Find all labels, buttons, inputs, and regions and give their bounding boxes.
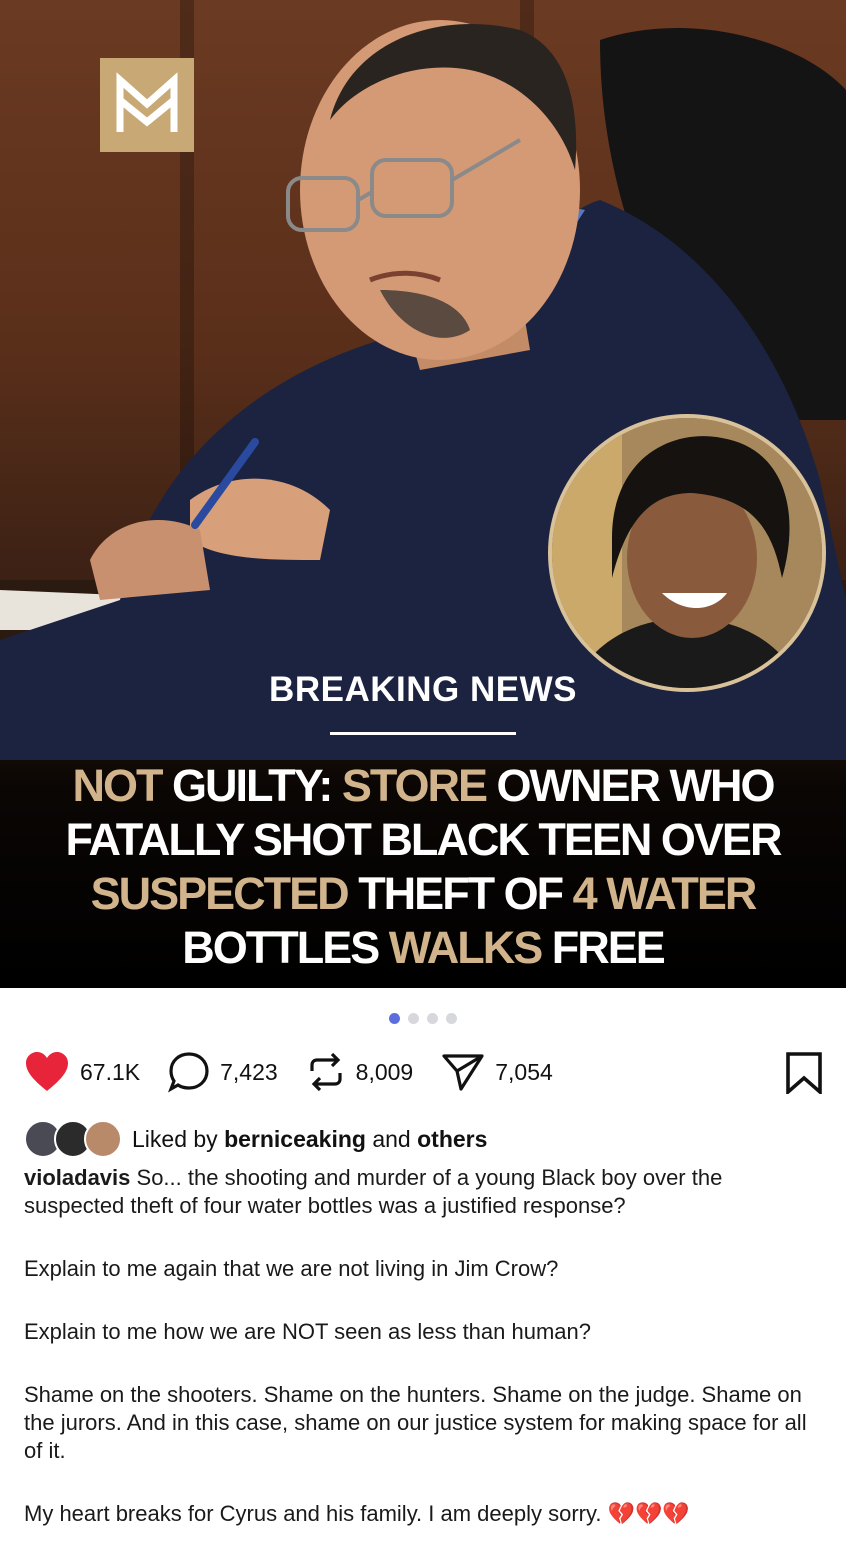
heart-icon [26,1052,68,1091]
headline-segment: BOTTLES [182,922,389,973]
liked-by-text: Liked by berniceaking and others [132,1126,487,1153]
headline-segment: NOT [72,760,164,811]
post-caption: violadavis So... the shooting and murder… [24,1164,824,1563]
carousel-dot[interactable] [408,1013,419,1024]
comment-count: 7,423 [220,1058,278,1085]
headline-block: BREAKING NEWS NOT GUILTY: STORE OWNER WH… [0,660,846,975]
caption-username[interactable]: violadavis [24,1165,130,1190]
headline-segment: WALKS [388,922,543,973]
avatar [84,1120,122,1158]
headline-segment: THEFT OF [347,868,573,919]
brand-logo [100,58,194,152]
liked-by-conjunction: and [372,1125,411,1152]
headline-segment: SUSPECTED [90,868,350,919]
logo-mark-icon [116,72,178,132]
carousel-dot[interactable] [427,1013,438,1024]
headline-segment: GUILTY: [161,760,342,811]
comment-icon [168,1052,209,1093]
repost-icon [310,1052,342,1092]
post-image[interactable]: BREAKING NEWS NOT GUILTY: STORE OWNER WH… [0,0,846,988]
caption-paragraph: Explain to me how we are NOT seen as les… [24,1319,592,1344]
carousel-dot[interactable] [446,1013,457,1024]
share-icon [442,1054,484,1091]
headline-segment: 4 WATER [572,868,758,919]
like-button[interactable]: 67.1K [24,1051,140,1093]
share-button[interactable]: 7,054 [441,1051,553,1093]
liked-by-others[interactable]: others [417,1126,487,1152]
caption-paragraph: violadavis So... the shooting and murder… [24,1164,824,1220]
headline: NOT GUILTY: STORE OWNER WHO FATALLY SHOT… [40,759,806,975]
headline-segment: STORE [341,760,488,811]
bookmark-icon [786,1052,822,1096]
comment-button[interactable]: 7,423 [168,1051,278,1093]
share-count: 7,054 [495,1058,553,1085]
divider [330,732,516,735]
carousel-dot[interactable] [389,1013,400,1024]
like-count: 67.1K [80,1058,141,1085]
liker-avatars [24,1120,122,1158]
caption-paragraph: Shame on the shooters. Shame on the hunt… [24,1382,807,1463]
headline-segment: FREE [541,922,666,973]
liked-by-prefix: Liked by [132,1125,218,1152]
action-bar: 67.1K 7,423 8,009 7,054 [24,1050,824,1096]
repost-button[interactable]: 8,009 [306,1051,414,1093]
caption-paragraph: My heart breaks for Cyrus and his family… [24,1501,690,1526]
repost-count: 8,009 [355,1058,414,1085]
breaking-news-label: BREAKING NEWS [269,670,577,709]
liked-by-row[interactable]: Liked by berniceaking and others [24,1120,487,1158]
victim-photo-inset [548,414,826,692]
bookmark-button[interactable] [784,1052,824,1099]
caption-paragraph: Explain to me again that we are not livi… [24,1256,559,1281]
liked-by-user[interactable]: berniceaking [224,1126,366,1152]
carousel-indicator[interactable] [0,1013,846,1024]
